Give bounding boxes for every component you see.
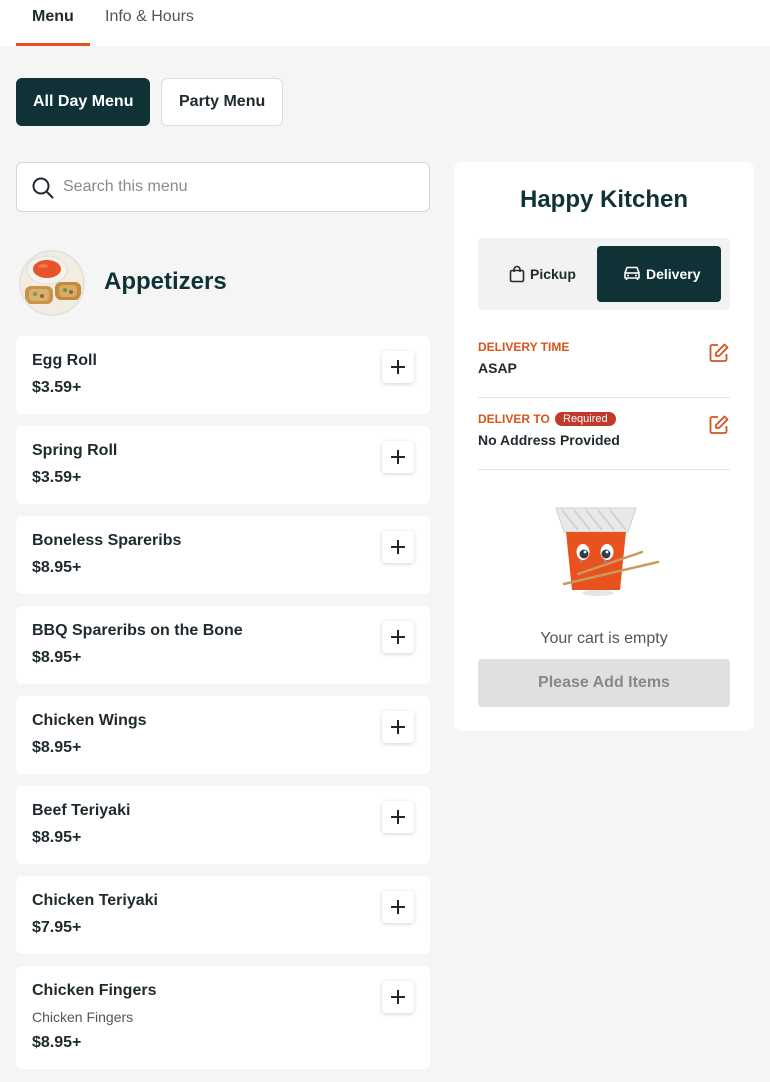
restaurant-name: Happy Kitchen	[519, 186, 689, 213]
order-mode-toggle: Pickup Delivery	[478, 238, 730, 310]
item-price: $3.59+	[32, 469, 82, 486]
deliver-to-value: No Address Provided	[478, 432, 620, 448]
search-box	[16, 162, 430, 212]
deliver-to-row: DELIVER TO Required No Address Provided	[478, 398, 730, 470]
item-name: Spring Roll	[32, 442, 118, 459]
delivery-time-label: DELIVERY TIME	[478, 340, 570, 354]
add-item-button[interactable]	[382, 441, 414, 473]
empty-cart-illustration	[555, 507, 660, 596]
plus-icon	[391, 360, 405, 374]
menu-item[interactable]: BBQ Spareribs on the Bone $8.95+	[16, 606, 430, 684]
plus-icon	[391, 810, 405, 824]
item-description: Chicken Fingers	[32, 1009, 134, 1025]
delivery-time-value: ASAP	[478, 360, 517, 376]
car-icon	[624, 266, 640, 280]
search-input[interactable]	[63, 171, 413, 203]
menu-item[interactable]: Boneless Spareribs $8.95+	[16, 516, 430, 594]
cart-empty-message: Your cart is empty	[540, 630, 668, 647]
appetizers-image	[19, 250, 85, 316]
bag-icon	[509, 265, 525, 283]
add-item-button[interactable]	[382, 981, 414, 1013]
plus-icon	[391, 990, 405, 1004]
item-name: Chicken Fingers	[32, 982, 157, 999]
menu-item[interactable]: Egg Roll $3.59+	[16, 336, 430, 414]
item-price: $8.95+	[32, 829, 82, 846]
item-name: Beef Teriyaki	[32, 802, 131, 819]
item-price: $8.95+	[32, 739, 82, 756]
delivery-option[interactable]: Delivery	[597, 246, 721, 302]
please-add-items-button[interactable]: Please Add Items	[478, 659, 730, 707]
item-name: Boneless Spareribs	[32, 532, 182, 549]
plus-icon	[391, 630, 405, 644]
plus-icon	[391, 720, 405, 734]
top-nav: Menu Info & Hours	[0, 0, 770, 46]
item-name: Chicken Teriyaki	[32, 892, 158, 909]
add-item-button[interactable]	[382, 621, 414, 653]
item-price: $8.95+	[32, 649, 82, 666]
add-item-button[interactable]	[382, 891, 414, 923]
edit-icon[interactable]	[708, 342, 730, 364]
required-badge: Required	[555, 412, 616, 426]
search-icon	[32, 177, 54, 199]
item-price: $7.95+	[32, 919, 82, 936]
item-name: Chicken Wings	[32, 712, 147, 729]
plus-icon	[391, 900, 405, 914]
delivery-time-row: DELIVERY TIME ASAP	[478, 326, 730, 398]
add-item-button[interactable]	[382, 711, 414, 743]
category-title: Appetizers	[104, 268, 227, 295]
add-item-button[interactable]	[382, 351, 414, 383]
menu-item[interactable]: Chicken Wings $8.95+	[16, 696, 430, 774]
delivery-label: Delivery	[646, 266, 701, 282]
tab-menu[interactable]: Menu	[16, 0, 90, 46]
item-name: BBQ Spareribs on the Bone	[32, 622, 243, 639]
item-price: $8.95+	[32, 559, 82, 576]
menu-item[interactable]: Chicken Fingers Chicken Fingers $8.95+	[16, 966, 430, 1069]
menu-item[interactable]: Chicken Teriyaki $7.95+	[16, 876, 430, 954]
cart-panel: Happy Kitchen Pickup Delivery DELIVERY T…	[454, 162, 754, 731]
pickup-label: Pickup	[530, 266, 576, 282]
menu-item[interactable]: Spring Roll $3.59+	[16, 426, 430, 504]
item-price: $8.95+	[32, 1034, 82, 1051]
deliver-to-label: DELIVER TO	[478, 412, 550, 426]
add-item-button[interactable]	[382, 531, 414, 563]
item-name: Egg Roll	[32, 352, 97, 369]
tab-info-hours[interactable]: Info & Hours	[89, 0, 210, 46]
menu-item[interactable]: Beef Teriyaki $8.95+	[16, 786, 430, 864]
plus-icon	[391, 450, 405, 464]
add-item-button[interactable]	[382, 801, 414, 833]
pickup-option[interactable]: Pickup	[478, 246, 602, 302]
item-price: $3.59+	[32, 379, 82, 396]
party-menu-button[interactable]: Party Menu	[161, 78, 284, 126]
all-day-menu-button[interactable]: All Day Menu	[16, 78, 151, 126]
plus-icon	[391, 540, 405, 554]
edit-icon[interactable]	[708, 414, 730, 436]
